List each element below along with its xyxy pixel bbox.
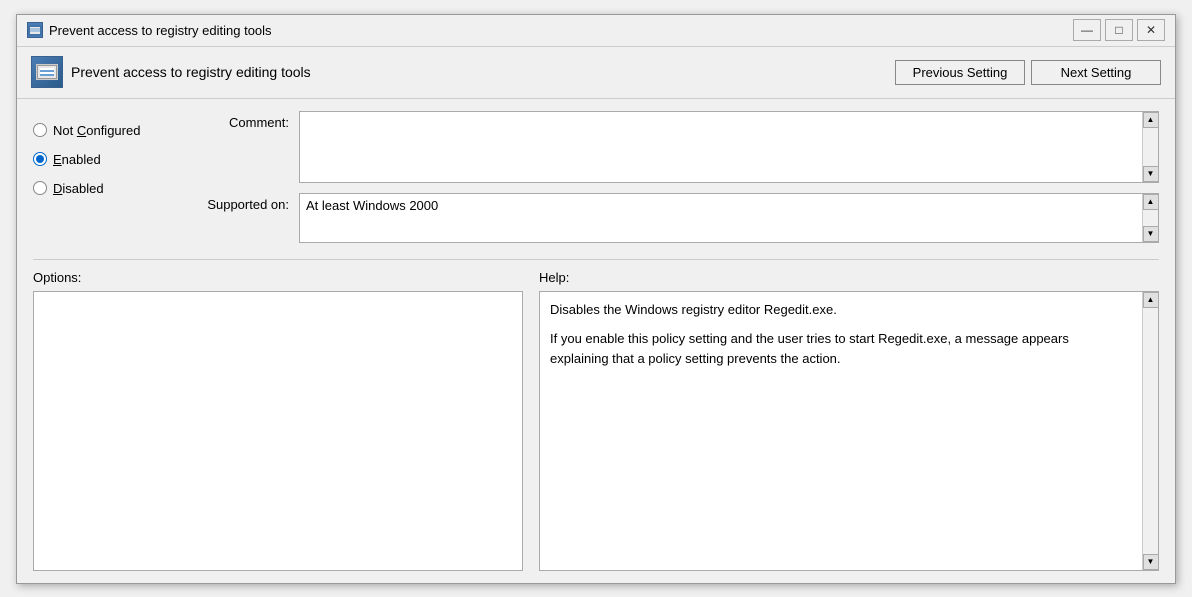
help-scrollbar: ▲ ▼ bbox=[1142, 292, 1158, 570]
radio-not-configured[interactable]: Not Configured bbox=[33, 123, 183, 138]
header-bar: Prevent access to registry editing tools… bbox=[17, 47, 1175, 99]
comment-scroll-down[interactable]: ▼ bbox=[1143, 166, 1159, 182]
comment-scroll-up[interactable]: ▲ bbox=[1143, 112, 1159, 128]
window-title: Prevent access to registry editing tools bbox=[49, 23, 272, 38]
help-text-content: Disables the Windows registry editor Reg… bbox=[540, 292, 1140, 570]
title-bar: Prevent access to registry editing tools… bbox=[17, 15, 1175, 47]
radio-circle-disabled bbox=[33, 181, 47, 195]
header-left: Prevent access to registry editing tools bbox=[31, 56, 311, 88]
header-buttons: Previous Setting Next Setting bbox=[895, 60, 1161, 85]
window-icon bbox=[27, 22, 43, 38]
supported-label: Supported on: bbox=[199, 193, 289, 212]
comment-textarea-container: ▲ ▼ bbox=[299, 111, 1159, 183]
top-section: Not Configured Enabled Disabled Comment: bbox=[33, 111, 1159, 243]
help-section: Help: Disables the Windows registry edit… bbox=[539, 270, 1159, 571]
supported-field-row: Supported on: At least Windows 2000 ▲ ▼ bbox=[199, 193, 1159, 243]
maximize-button[interactable]: □ bbox=[1105, 19, 1133, 41]
right-section: Comment: ▲ ▼ Supported on: At least bbox=[199, 111, 1159, 243]
comment-scroll-track bbox=[1143, 128, 1158, 166]
radio-group: Not Configured Enabled Disabled bbox=[33, 111, 183, 243]
help-box: Disables the Windows registry editor Reg… bbox=[539, 291, 1159, 571]
supported-text: At least Windows 2000 bbox=[300, 194, 1140, 242]
comment-scrollbar: ▲ ▼ bbox=[1142, 112, 1158, 182]
help-scroll-down[interactable]: ▼ bbox=[1143, 554, 1159, 570]
divider bbox=[33, 259, 1159, 260]
options-box bbox=[33, 291, 523, 571]
supported-box: At least Windows 2000 ▲ ▼ bbox=[299, 193, 1159, 243]
close-button[interactable]: ✕ bbox=[1137, 19, 1165, 41]
options-section: Options: bbox=[33, 270, 523, 571]
supported-scroll-track bbox=[1143, 210, 1158, 226]
header-title: Prevent access to registry editing tools bbox=[71, 64, 311, 80]
supported-scroll-down[interactable]: ▼ bbox=[1143, 226, 1159, 242]
title-bar-left: Prevent access to registry editing tools bbox=[27, 22, 272, 38]
radio-label-not-configured: Not Configured bbox=[53, 123, 140, 138]
supported-scrollbar: ▲ ▼ bbox=[1142, 194, 1158, 242]
radio-enabled[interactable]: Enabled bbox=[33, 152, 183, 167]
supported-scroll-up[interactable]: ▲ bbox=[1143, 194, 1159, 210]
comment-label: Comment: bbox=[199, 111, 289, 130]
radio-label-enabled: Enabled bbox=[53, 152, 101, 167]
help-scroll-track bbox=[1143, 308, 1158, 554]
radio-label-disabled: Disabled bbox=[53, 181, 104, 196]
help-scroll-up[interactable]: ▲ bbox=[1143, 292, 1159, 308]
window-controls: — □ ✕ bbox=[1073, 19, 1165, 41]
radio-disabled[interactable]: Disabled bbox=[33, 181, 183, 196]
help-paragraph-1: Disables the Windows registry editor Reg… bbox=[550, 300, 1130, 320]
options-header: Options: bbox=[33, 270, 523, 285]
help-header: Help: bbox=[539, 270, 1159, 285]
bottom-section: Options: Help: Disables the Windows regi… bbox=[33, 270, 1159, 571]
previous-setting-button[interactable]: Previous Setting bbox=[895, 60, 1025, 85]
comment-field-row: Comment: ▲ ▼ bbox=[199, 111, 1159, 183]
header-icon-inner bbox=[37, 65, 57, 79]
help-paragraph-2: If you enable this policy setting and th… bbox=[550, 329, 1130, 368]
radio-circle-enabled bbox=[33, 152, 47, 166]
next-setting-button[interactable]: Next Setting bbox=[1031, 60, 1161, 85]
minimize-button[interactable]: — bbox=[1073, 19, 1101, 41]
main-window: Prevent access to registry editing tools… bbox=[16, 14, 1176, 584]
comment-textarea[interactable] bbox=[300, 112, 1140, 182]
radio-circle-not-configured bbox=[33, 123, 47, 137]
content-area: Not Configured Enabled Disabled Comment: bbox=[17, 99, 1175, 583]
header-policy-icon bbox=[31, 56, 63, 88]
